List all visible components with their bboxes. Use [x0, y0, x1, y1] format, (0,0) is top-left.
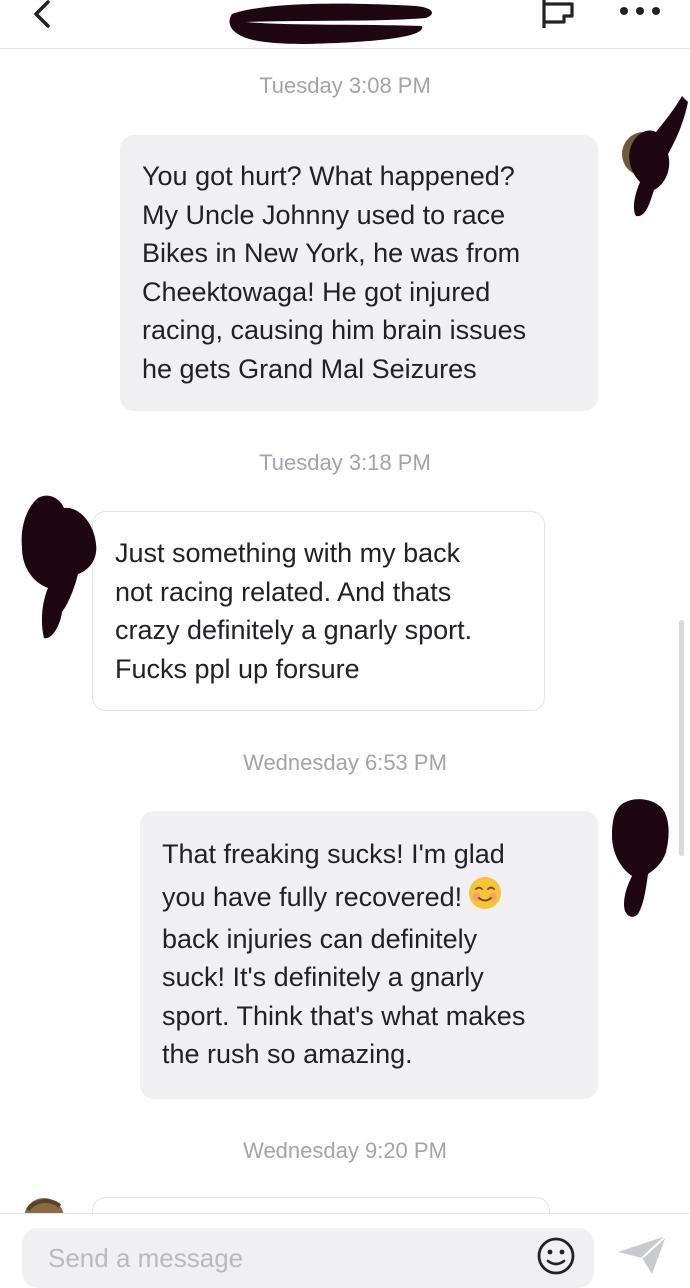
message-line: sport. Think that's what makes [162, 1000, 526, 1031]
message-line: You got hurt? What happened? [142, 161, 515, 191]
message-line: My Uncle Johnny used to race [142, 199, 506, 230]
smiling-blush-emoji [469, 876, 502, 909]
timestamp: Wednesday 9:20 PM [243, 1138, 447, 1163]
redacted-name [229, 3, 432, 44]
ellipsis-icon[interactable] [616, 4, 664, 18]
message-input[interactable] [46, 1240, 530, 1276]
message-line: he gets Grand Mal Seizures [142, 353, 477, 384]
message-line: back injuries can definitely [162, 923, 478, 954]
redacted-avatar [612, 799, 669, 917]
message-line: you have fully recovered! [162, 874, 578, 920]
outgoing-message-bubble[interactable]: That freaking sucks! I'm glad you have f… [140, 811, 598, 1099]
message-composer [0, 1213, 690, 1288]
redacted-avatar [622, 96, 688, 217]
incoming-message-bubble[interactable]: Just something with my back not racing r… [92, 511, 545, 711]
message-line: Cheektowaga! He got injured [142, 276, 491, 307]
emoji-icon[interactable] [536, 1236, 576, 1276]
timestamp: Tuesday 3:08 PM [259, 73, 431, 98]
message-line: Bikes in New York, he was from [142, 238, 521, 269]
redacted-avatar [21, 495, 97, 639]
message-line: not racing related. And thats [115, 576, 452, 607]
timestamp: Tuesday 3:18 PM [259, 450, 431, 475]
message-line: crazy definitely a gnarly sport. [115, 615, 473, 646]
message-line: the rush so amazing. [162, 1039, 413, 1070]
message-line: suck! It's definitely a gnarly [162, 962, 484, 993]
message-line: Fucks ppl up forsure [115, 653, 360, 684]
scrollbar[interactable] [679, 620, 684, 856]
outgoing-message-bubble[interactable]: You got hurt? What happened? My Uncle Jo… [120, 135, 598, 411]
message-line-text: you have fully recovered! [162, 881, 463, 912]
flag-icon[interactable] [534, 0, 580, 32]
message-line: Just something with my back [115, 538, 461, 568]
timestamp: Wednesday 6:53 PM [243, 750, 447, 775]
message-line: That freaking sucks! I'm glad [162, 839, 505, 869]
message-line: racing, causing him brain issues [142, 315, 527, 346]
send-icon[interactable] [616, 1234, 668, 1274]
chevron-left-icon[interactable] [26, 0, 60, 30]
message-input-container[interactable] [22, 1228, 594, 1288]
chat-header [0, 0, 690, 49]
